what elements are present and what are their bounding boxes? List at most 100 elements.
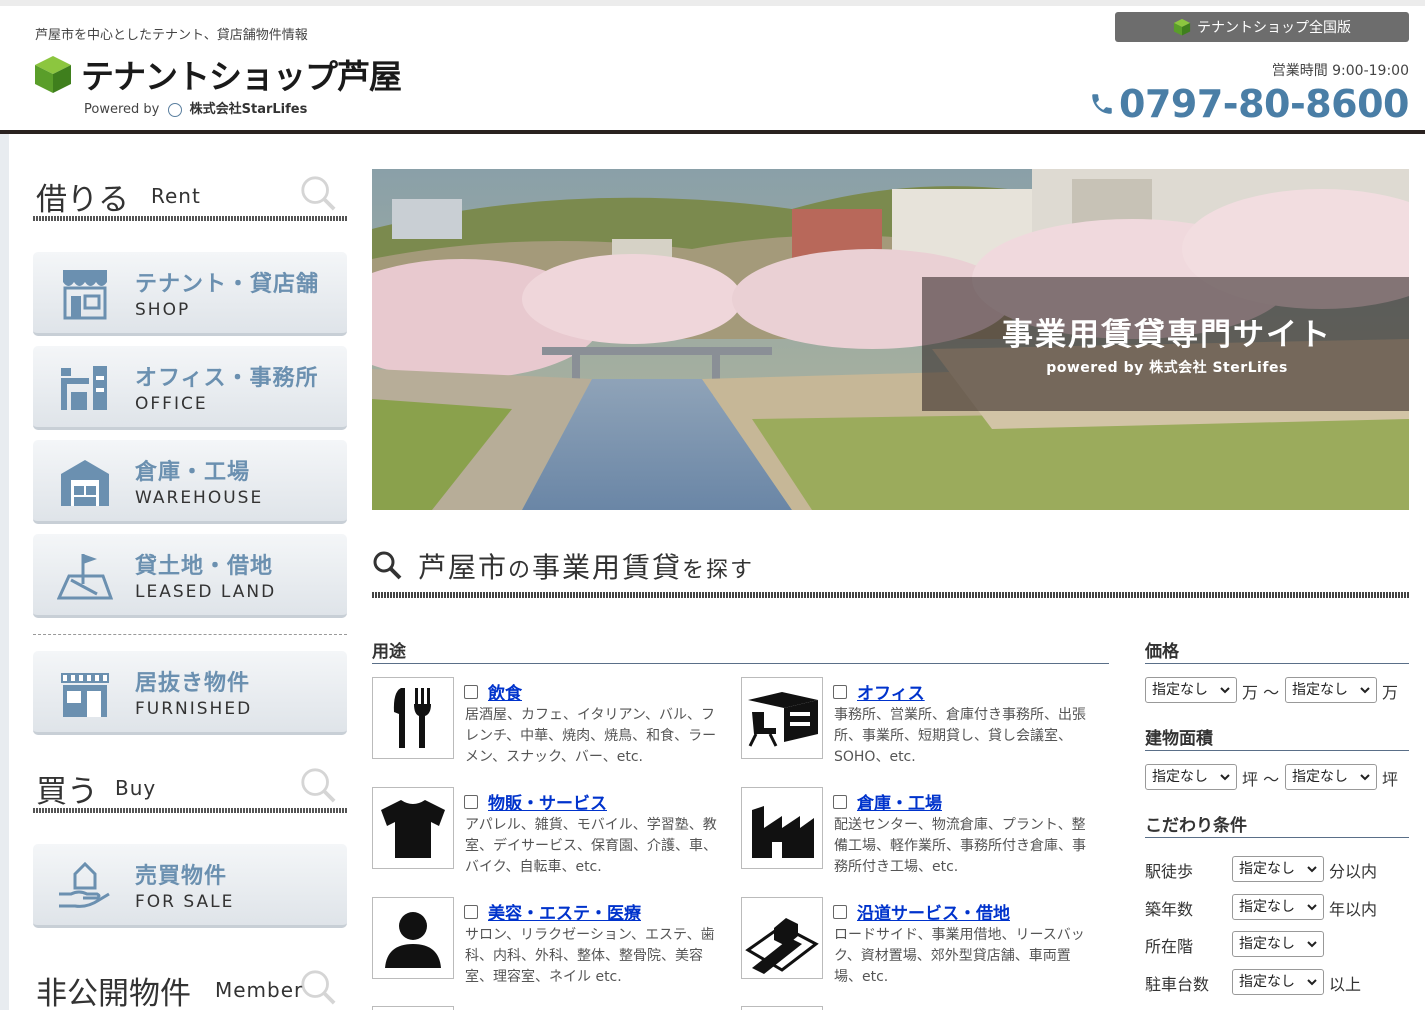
sidebar-item-for-sale[interactable]: 売買物件 FOR SALE [33,844,347,928]
purpose-pic[interactable] [741,897,823,979]
purpose-link[interactable]: 飲食 [488,679,522,704]
header-top-line [0,0,1425,6]
sidebar-item-land[interactable]: 貸土地・借地 LEASED LAND [33,534,347,618]
sidebar-item-label-jp: オフィス・事務所 [135,366,319,391]
rent-header-rule [33,216,347,221]
hero-subtitle: powered by 株式会社 SterLifes [1046,360,1288,376]
purpose-pic[interactable] [372,897,454,979]
walk-select[interactable]: 指定なし [1232,856,1324,882]
cutlery-icon [393,688,431,748]
purpose-link[interactable]: 美容・エステ・医療 [488,899,641,924]
sidebar-item-label-en: SHOP [135,300,191,320]
purpose-checkbox[interactable] [833,795,847,809]
purpose-pic[interactable] [372,677,454,759]
search-wo: を探す [682,558,755,583]
age-select[interactable]: 指定なし [1232,894,1324,920]
person-icon [385,912,441,968]
purpose-pic[interactable] [741,677,823,759]
parking-select[interactable]: 指定なし [1232,969,1324,995]
chevron-down-icon [1307,904,1317,911]
area-max-select[interactable]: 指定なし [1285,764,1377,790]
select-value: 指定なし [1239,974,1295,990]
select-value: 指定なし [1152,682,1208,698]
sidebar-item-furnished[interactable]: 居抜き物件 FURNISHED [33,651,347,735]
search-icon [373,551,402,580]
logo-powered-by: Powered by 株式会社StarLifes [84,98,307,117]
search-no: の [508,558,533,583]
magnifier-watermark-icon [301,768,336,803]
furnished-icon [61,673,109,717]
area-unit: 坪 〜 [1242,766,1279,790]
parking-unit: 以上 [1329,975,1362,994]
search-kind: 事業用賃貸 [532,551,683,584]
left-edge-strip [0,134,9,1010]
price-rule [1145,663,1409,664]
chevron-down-icon [1220,687,1230,694]
parking-label: 駐車台数 [1145,975,1210,994]
floor-select[interactable]: 指定なし [1232,931,1324,957]
area-unit: 坪 [1382,770,1399,789]
purpose-pic[interactable] [741,787,823,869]
factory-icon [752,806,814,858]
logo-name: テナントショップ芦屋 [81,57,402,96]
hero-title: 事業用賃貸専門サイト [1002,317,1332,353]
purpose-rule [372,663,1109,664]
purpose-desc: アパレル、雑貨、モバイル、学習塾、教室、デイサービス、保育園、介護、車、バイク、… [465,817,717,875]
price-label: 価格 [1145,642,1179,662]
land-icon [57,554,113,600]
purpose-next-row-peek [372,1006,454,1010]
price-max-select[interactable]: 指定なし [1285,677,1377,703]
select-value: 指定なし [1239,861,1295,877]
tshirt-icon [381,800,445,858]
area-min-select[interactable]: 指定なし [1145,764,1237,790]
purpose-checkbox[interactable] [464,685,478,699]
site-logo[interactable]: テナントショップ芦屋 Powered by 株式会社StarLifes [33,50,433,120]
chevron-down-icon [1360,774,1370,781]
sidebar-item-office[interactable]: オフィス・事務所 OFFICE [33,346,347,430]
sidebar-item-shop[interactable]: テナント・貸店舗 SHOP [33,252,347,336]
chevron-down-icon [1360,687,1370,694]
purpose-checkbox[interactable] [833,685,847,699]
site-tagline: 芦屋市を中心としたテナント、貸店舗物件情報 [35,28,308,43]
purpose-label: 用途 [372,642,406,662]
phone-number[interactable]: 0797-80-8600 [1089,82,1409,126]
sidebar-item-label-jp: 居抜き物件 [135,671,251,696]
purpose-desc: ロードサイド、事業用借地、リースバック、資材置場、郊外型貸店舗、車両置場、etc… [834,927,1085,985]
powered-prefix: Powered by [84,102,160,117]
sidebar-item-warehouse[interactable]: 倉庫・工場 WAREHOUSE [33,440,347,524]
purpose-link[interactable]: 物販・サービス [488,789,607,814]
search-place: 芦屋市 [418,551,509,584]
purpose-item-warehouse: 倉庫・工場 配送センター、物流倉庫、プラント、整備工場、軽作業所、事務所付き倉庫… [741,787,1101,887]
tilde: 〜 [1263,770,1280,789]
floor-label: 所在階 [1145,937,1194,956]
purpose-desc: 居酒屋、カフェ、イタリアン、バル、フレンチ、中華、焼肉、焼鳥、和食、ラーメン、ス… [465,707,717,765]
purpose-link[interactable]: 倉庫・工場 [857,789,942,814]
desk-icon [748,692,818,747]
buy-header-rule [33,808,347,813]
business-hours: 営業時間 9:00-19:00 [1271,63,1409,79]
area-label: 建物面積 [1145,729,1213,749]
purpose-item-roadside: 沿道サービス・借地 ロードサイド、事業用借地、リースバック、資材置場、郊外型貸店… [741,897,1101,997]
warehouse-icon [61,460,109,506]
purpose-pic[interactable] [372,787,454,869]
purpose-desc: 事務所、営業所、倉庫付き事務所、出張所、事業所、短期貸し、貸し会議室、SOHO、… [834,707,1086,765]
buy-title-en: Buy [115,776,157,800]
national-site-button[interactable]: テナントショップ全国版 [1115,12,1409,42]
purpose-checkbox[interactable] [833,905,847,919]
price-unit: 万 [1382,683,1399,702]
search-heading: 芦屋市の事業用賃貸を探す [372,540,1409,600]
sidebar-item-label-jp: 売買物件 [135,864,228,889]
company-emblem-icon [167,102,182,117]
select-value: 指定なし [1292,682,1348,698]
walk-label: 駅徒歩 [1145,862,1194,881]
unit-man: 万 [1242,683,1259,702]
mini-cube-icon [1173,18,1191,36]
conditions-label: こだわり条件 [1145,816,1247,836]
purpose-checkbox[interactable] [464,905,478,919]
purpose-link[interactable]: 沿道サービス・借地 [857,899,1010,924]
purpose-item-retail: 物販・サービス アパレル、雑貨、モバイル、学習塾、教室、デイサービス、保育園、介… [372,787,732,887]
purpose-link[interactable]: オフィス [857,679,925,704]
sidebar-item-label-en: FOR SALE [135,892,235,912]
purpose-checkbox[interactable] [464,795,478,809]
price-min-select[interactable]: 指定なし [1145,677,1237,703]
